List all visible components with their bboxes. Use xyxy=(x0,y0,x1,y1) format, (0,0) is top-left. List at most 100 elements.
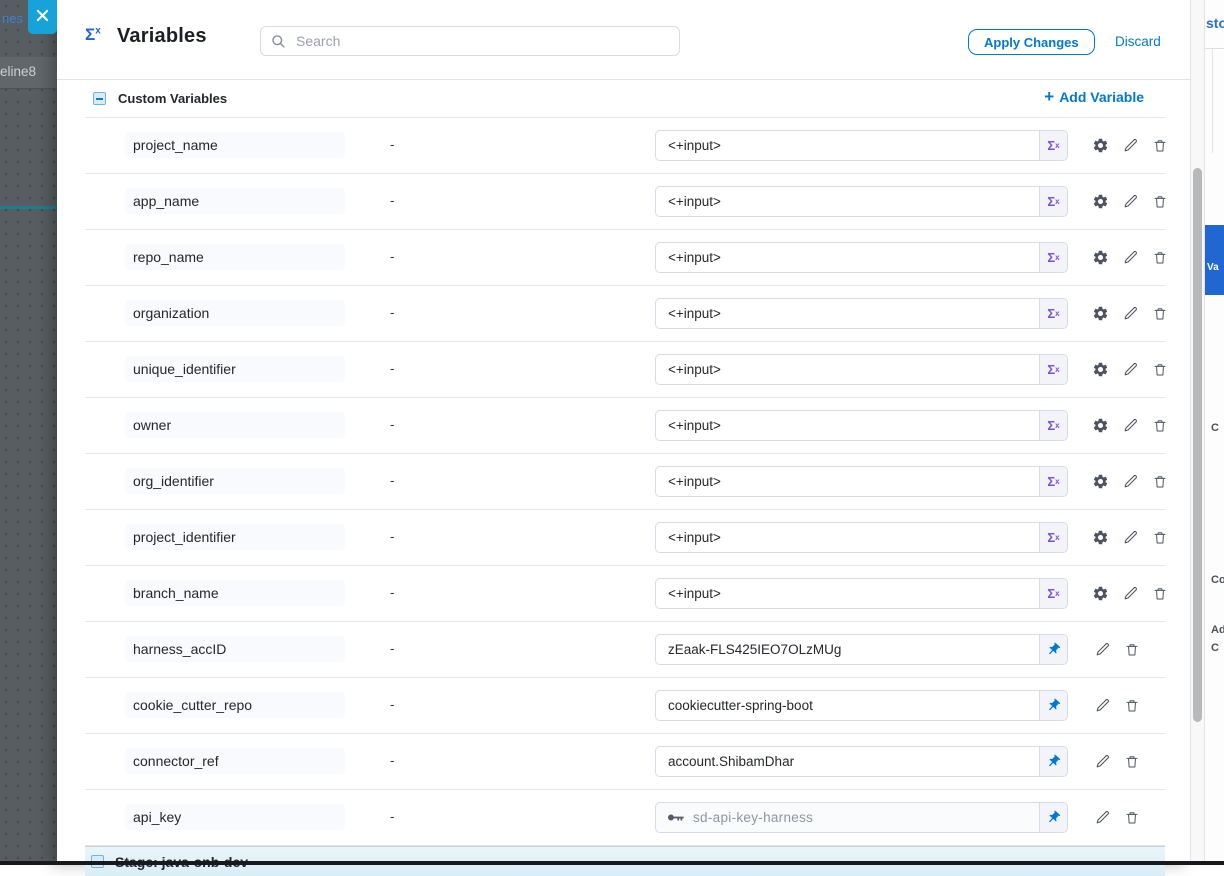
rail-item[interactable]: C xyxy=(1211,642,1219,654)
variable-value: zEaak-FLS425IEO7OLzMUg xyxy=(656,642,1039,657)
rail-top-link-fragment[interactable]: stor xyxy=(1206,15,1224,31)
variable-name: connector_ref xyxy=(125,748,345,774)
edit-pencil-icon[interactable] xyxy=(1087,750,1117,774)
settings-gear-icon[interactable] xyxy=(1085,358,1115,382)
variable-value-input[interactable]: <+input> Σx xyxy=(655,578,1068,609)
add-variable-button[interactable]: + Add Variable xyxy=(1038,88,1150,106)
variable-value-input[interactable]: <+input> Σx xyxy=(655,186,1068,217)
expression-sigma-icon[interactable]: Σx xyxy=(1039,523,1067,552)
pin-icon[interactable] xyxy=(1039,635,1067,664)
expression-sigma-icon[interactable]: Σx xyxy=(1039,579,1067,608)
edit-pencil-icon[interactable] xyxy=(1087,638,1117,662)
drawer-content: Custom Variables + Add Variable project_… xyxy=(85,80,1165,876)
edit-pencil-icon[interactable] xyxy=(1115,582,1145,606)
plus-icon: + xyxy=(1044,90,1054,104)
variable-value-input[interactable]: <+input> Σx xyxy=(655,242,1068,273)
table-row: organization - <+input> Σx xyxy=(85,286,1165,342)
settings-gear-icon[interactable] xyxy=(1085,246,1115,270)
variable-value-input[interactable]: zEaak-FLS425IEO7OLzMUg Σx xyxy=(655,634,1068,665)
pin-icon[interactable] xyxy=(1039,691,1067,720)
rail-item[interactable]: Co xyxy=(1211,574,1224,586)
expression-sigma-icon[interactable]: Σx xyxy=(1039,243,1067,272)
delete-trash-icon[interactable] xyxy=(1145,190,1175,214)
delete-trash-icon[interactable] xyxy=(1117,638,1147,662)
edit-pencil-icon[interactable] xyxy=(1115,414,1145,438)
settings-gear-icon[interactable] xyxy=(1085,414,1115,438)
expression-sigma-icon[interactable]: Σx xyxy=(1039,299,1067,328)
edit-pencil-icon[interactable] xyxy=(1115,302,1145,326)
rail-item[interactable]: C xyxy=(1211,422,1219,434)
section-title: Custom Variables xyxy=(118,91,227,106)
delete-trash-icon[interactable] xyxy=(1145,526,1175,550)
delete-trash-icon[interactable] xyxy=(1145,414,1175,438)
edit-pencil-icon[interactable] xyxy=(1087,806,1117,830)
variable-scope: - xyxy=(390,697,394,712)
variable-scope: - xyxy=(390,417,394,432)
variable-value-input[interactable]: <+input> Σx xyxy=(655,298,1068,329)
variable-value: cookiecutter-spring-boot xyxy=(656,698,1039,713)
delete-trash-icon[interactable] xyxy=(1145,582,1175,606)
variable-name: project_identifier xyxy=(125,524,345,550)
edit-pencil-icon[interactable] xyxy=(1115,470,1145,494)
collapse-minus-icon[interactable] xyxy=(93,92,106,105)
close-drawer-button[interactable] xyxy=(28,0,57,34)
pipeline-canvas-overlay: nes eline8 xyxy=(0,0,57,865)
variable-value-input[interactable]: <+input> Σx xyxy=(655,410,1068,441)
edit-pencil-icon[interactable] xyxy=(1087,694,1117,718)
variable-value-input[interactable]: cookiecutter-spring-boot Σx xyxy=(655,690,1068,721)
variable-value-input[interactable]: <+input> Σx xyxy=(655,522,1068,553)
edit-pencil-icon[interactable] xyxy=(1115,358,1145,382)
row-actions xyxy=(1087,790,1147,845)
delete-trash-icon[interactable] xyxy=(1145,470,1175,494)
settings-gear-icon[interactable] xyxy=(1085,134,1115,158)
variable-scope: - xyxy=(390,361,394,376)
delete-trash-icon[interactable] xyxy=(1117,806,1147,830)
edit-pencil-icon[interactable] xyxy=(1115,134,1145,158)
expression-sigma-icon[interactable]: Σx xyxy=(1039,467,1067,496)
variable-value-input[interactable]: <+input> Σx xyxy=(655,130,1068,161)
variable-scope: - xyxy=(390,809,394,824)
rail-item[interactable]: Ad xyxy=(1211,624,1224,636)
variable-value-input[interactable]: account.ShibamDhar Σx xyxy=(655,746,1068,777)
pin-icon[interactable] xyxy=(1039,747,1067,776)
scrollbar-track[interactable] xyxy=(1190,0,1205,865)
edit-pencil-icon[interactable] xyxy=(1115,526,1145,550)
settings-gear-icon[interactable] xyxy=(1085,582,1115,606)
search-box[interactable] xyxy=(260,26,680,56)
settings-gear-icon[interactable] xyxy=(1085,190,1115,214)
discard-button[interactable]: Discard xyxy=(1109,33,1167,50)
variable-value-input[interactable]: <+input> Σx xyxy=(655,354,1068,385)
settings-gear-icon[interactable] xyxy=(1085,470,1115,494)
expression-sigma-icon[interactable]: Σx xyxy=(1039,131,1067,160)
expression-sigma-icon[interactable]: Σx xyxy=(1039,411,1067,440)
delete-trash-icon[interactable] xyxy=(1145,358,1175,382)
variable-name: project_name xyxy=(125,132,345,158)
edit-pencil-icon[interactable] xyxy=(1115,190,1145,214)
variable-value-input[interactable]: <+input> Σx xyxy=(655,466,1068,497)
delete-trash-icon[interactable] xyxy=(1145,134,1175,158)
pin-icon[interactable] xyxy=(1039,803,1067,832)
variable-scope: - xyxy=(390,305,394,320)
expression-sigma-icon[interactable]: Σx xyxy=(1039,187,1067,216)
delete-trash-icon[interactable] xyxy=(1117,750,1147,774)
settings-gear-icon[interactable] xyxy=(1085,302,1115,326)
variable-value: <+input> xyxy=(656,250,1039,265)
apply-changes-button[interactable]: Apply Changes xyxy=(968,29,1095,55)
expression-sigma-icon[interactable]: Σx xyxy=(1039,355,1067,384)
variable-name: owner xyxy=(125,412,345,438)
rail-tab-variables[interactable]: Va xyxy=(1205,225,1224,295)
rail-tab-label: Va xyxy=(1207,262,1219,273)
delete-trash-icon[interactable] xyxy=(1145,246,1175,270)
delete-trash-icon[interactable] xyxy=(1145,302,1175,326)
search-input[interactable] xyxy=(294,32,669,50)
drawer-header: Σx Variables Apply Changes Discard xyxy=(57,0,1190,80)
edit-pencil-icon[interactable] xyxy=(1115,246,1145,270)
settings-gear-icon[interactable] xyxy=(1085,526,1115,550)
variable-name: organization xyxy=(125,300,345,326)
variable-name: org_identifier xyxy=(125,468,345,494)
delete-trash-icon[interactable] xyxy=(1117,694,1147,718)
scrollbar-thumb[interactable] xyxy=(1193,168,1202,722)
row-actions xyxy=(1085,566,1175,621)
variable-value: <+input> xyxy=(656,418,1039,433)
variable-value-input[interactable]: sd-api-key-harness Σx xyxy=(655,802,1068,833)
